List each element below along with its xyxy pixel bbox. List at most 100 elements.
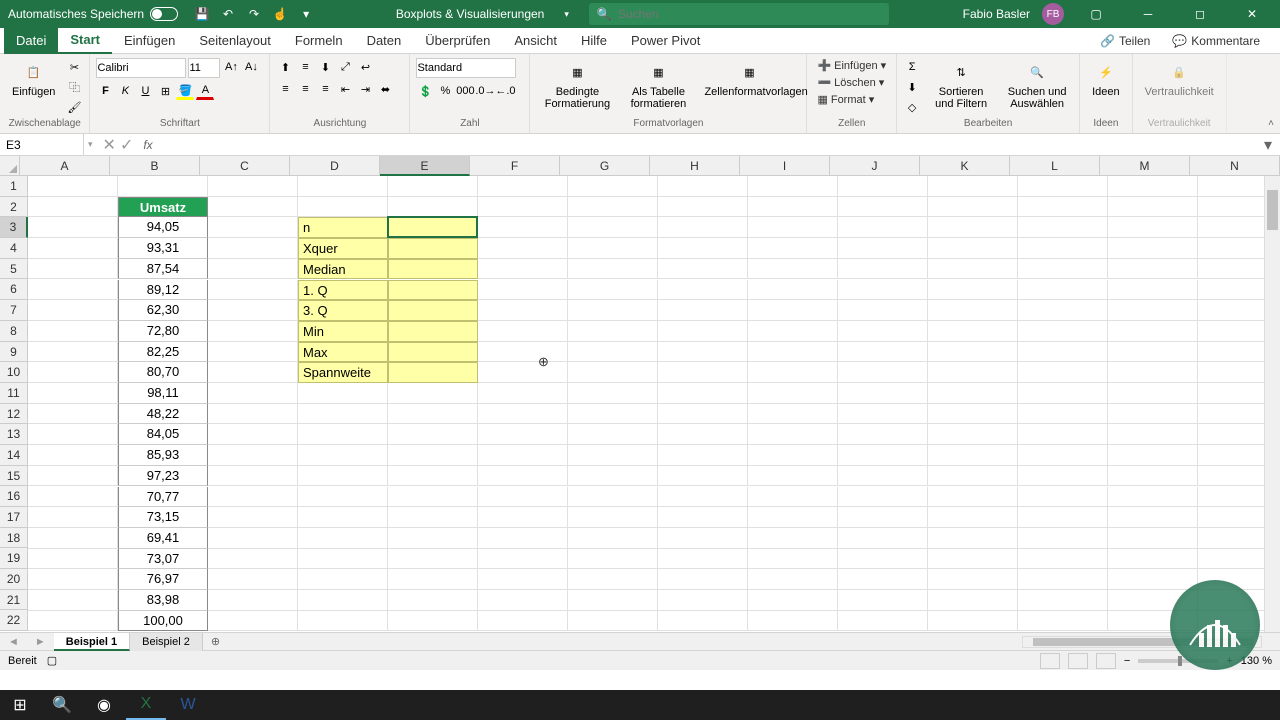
cell[interactable] <box>568 528 658 549</box>
cell[interactable] <box>838 383 928 404</box>
cell[interactable] <box>838 259 928 280</box>
column-header[interactable]: F <box>470 156 560 176</box>
cell[interactable] <box>838 321 928 342</box>
accept-formula-icon[interactable]: ✓ <box>120 135 133 155</box>
cell[interactable] <box>28 342 118 363</box>
cell[interactable] <box>1018 197 1108 218</box>
cell[interactable] <box>1018 590 1108 611</box>
cell[interactable] <box>298 383 388 404</box>
cell[interactable] <box>1108 549 1198 570</box>
cell[interactable] <box>748 342 838 363</box>
cells-area[interactable]: Umsatz94,0593,3187,5489,1262,3072,8082,2… <box>28 176 1280 631</box>
page-break-view-icon[interactable] <box>1096 653 1116 669</box>
data-cell[interactable]: 98,11 <box>118 383 208 404</box>
cell[interactable] <box>838 342 928 363</box>
cell[interactable] <box>478 362 568 383</box>
cell[interactable] <box>1018 404 1108 425</box>
fill-icon[interactable]: ⬇ <box>903 78 921 96</box>
cell[interactable] <box>478 590 568 611</box>
stat-value-cell[interactable] <box>388 342 478 363</box>
cell[interactable] <box>838 445 928 466</box>
cell[interactable] <box>478 404 568 425</box>
cell[interactable] <box>928 362 1018 383</box>
row-header[interactable]: 17 <box>0 507 28 528</box>
cell[interactable] <box>658 507 748 528</box>
cell[interactable] <box>568 362 658 383</box>
cell[interactable] <box>478 611 568 632</box>
percent-icon[interactable]: % <box>436 82 454 100</box>
cell[interactable] <box>478 321 568 342</box>
taskbar-excel-icon[interactable]: X <box>126 690 166 720</box>
cell-styles-button[interactable]: ▦Zellenformatvorlagen <box>698 58 800 100</box>
data-cell[interactable]: 76,97 <box>118 569 208 590</box>
cell[interactable] <box>928 569 1018 590</box>
cell[interactable] <box>478 528 568 549</box>
cell[interactable] <box>298 528 388 549</box>
cell[interactable] <box>478 549 568 570</box>
add-sheet-button[interactable]: ⊕ <box>203 635 228 648</box>
cell[interactable] <box>748 424 838 445</box>
cell[interactable] <box>568 300 658 321</box>
close-icon[interactable]: ✕ <box>1232 0 1272 28</box>
zoom-out-icon[interactable]: − <box>1124 655 1130 667</box>
row-header[interactable]: 2 <box>0 197 28 218</box>
cell[interactable] <box>658 217 748 238</box>
cell[interactable] <box>298 424 388 445</box>
vertical-scrollbar[interactable] <box>1264 176 1280 632</box>
cell[interactable] <box>208 507 298 528</box>
cell[interactable] <box>1108 300 1198 321</box>
cell[interactable] <box>928 528 1018 549</box>
cell[interactable] <box>658 611 748 632</box>
cell[interactable] <box>838 466 928 487</box>
cell[interactable] <box>1108 507 1198 528</box>
cell[interactable] <box>928 300 1018 321</box>
cell[interactable] <box>1108 487 1198 508</box>
row-header[interactable]: 14 <box>0 445 28 466</box>
cell[interactable] <box>1108 383 1198 404</box>
cell[interactable] <box>658 238 748 259</box>
cell[interactable] <box>478 342 568 363</box>
cell[interactable] <box>208 424 298 445</box>
sheet-nav-prev-icon[interactable]: ◄ <box>0 636 27 648</box>
tab-data[interactable]: Daten <box>355 28 414 54</box>
cell[interactable] <box>28 238 118 259</box>
cell[interactable] <box>478 280 568 301</box>
data-cell[interactable]: 70,77 <box>118 487 208 508</box>
cell[interactable] <box>1108 259 1198 280</box>
format-cells-button[interactable]: ▦ Format ▾ <box>813 92 890 107</box>
minimize-icon[interactable]: ─ <box>1128 0 1168 28</box>
tab-home[interactable]: Start <box>58 28 112 54</box>
row-header[interactable]: 13 <box>0 424 28 445</box>
row-header[interactable]: 5 <box>0 259 28 280</box>
cell[interactable] <box>748 445 838 466</box>
select-all-button[interactable] <box>0 156 20 176</box>
cell[interactable] <box>1108 321 1198 342</box>
cell[interactable] <box>838 611 928 632</box>
cell[interactable] <box>748 362 838 383</box>
increase-indent-icon[interactable]: ⇥ <box>356 80 374 98</box>
cell[interactable] <box>388 176 478 197</box>
cell[interactable] <box>838 590 928 611</box>
title-dropdown-icon[interactable]: ▾ <box>564 9 569 20</box>
cell[interactable] <box>28 176 118 197</box>
cell[interactable] <box>1018 424 1108 445</box>
cell[interactable] <box>838 280 928 301</box>
decrease-decimal-icon[interactable]: ←.0 <box>496 82 514 100</box>
cell[interactable] <box>568 404 658 425</box>
cell[interactable] <box>478 507 568 528</box>
cell[interactable] <box>748 280 838 301</box>
cell[interactable] <box>478 569 568 590</box>
cell[interactable] <box>208 342 298 363</box>
cell[interactable] <box>28 590 118 611</box>
cell[interactable] <box>928 466 1018 487</box>
cell[interactable] <box>28 404 118 425</box>
data-cell[interactable]: 80,70 <box>118 362 208 383</box>
wrap-text-icon[interactable]: ↩ <box>356 58 374 76</box>
stat-label-cell[interactable]: Xquer <box>298 238 388 259</box>
conditional-format-button[interactable]: ▦Bedingte Formatierung <box>536 58 618 112</box>
cell[interactable] <box>1108 217 1198 238</box>
cell[interactable] <box>478 487 568 508</box>
cell[interactable] <box>1018 300 1108 321</box>
name-box-dropdown-icon[interactable]: ▾ <box>84 139 97 150</box>
cell[interactable] <box>1108 404 1198 425</box>
